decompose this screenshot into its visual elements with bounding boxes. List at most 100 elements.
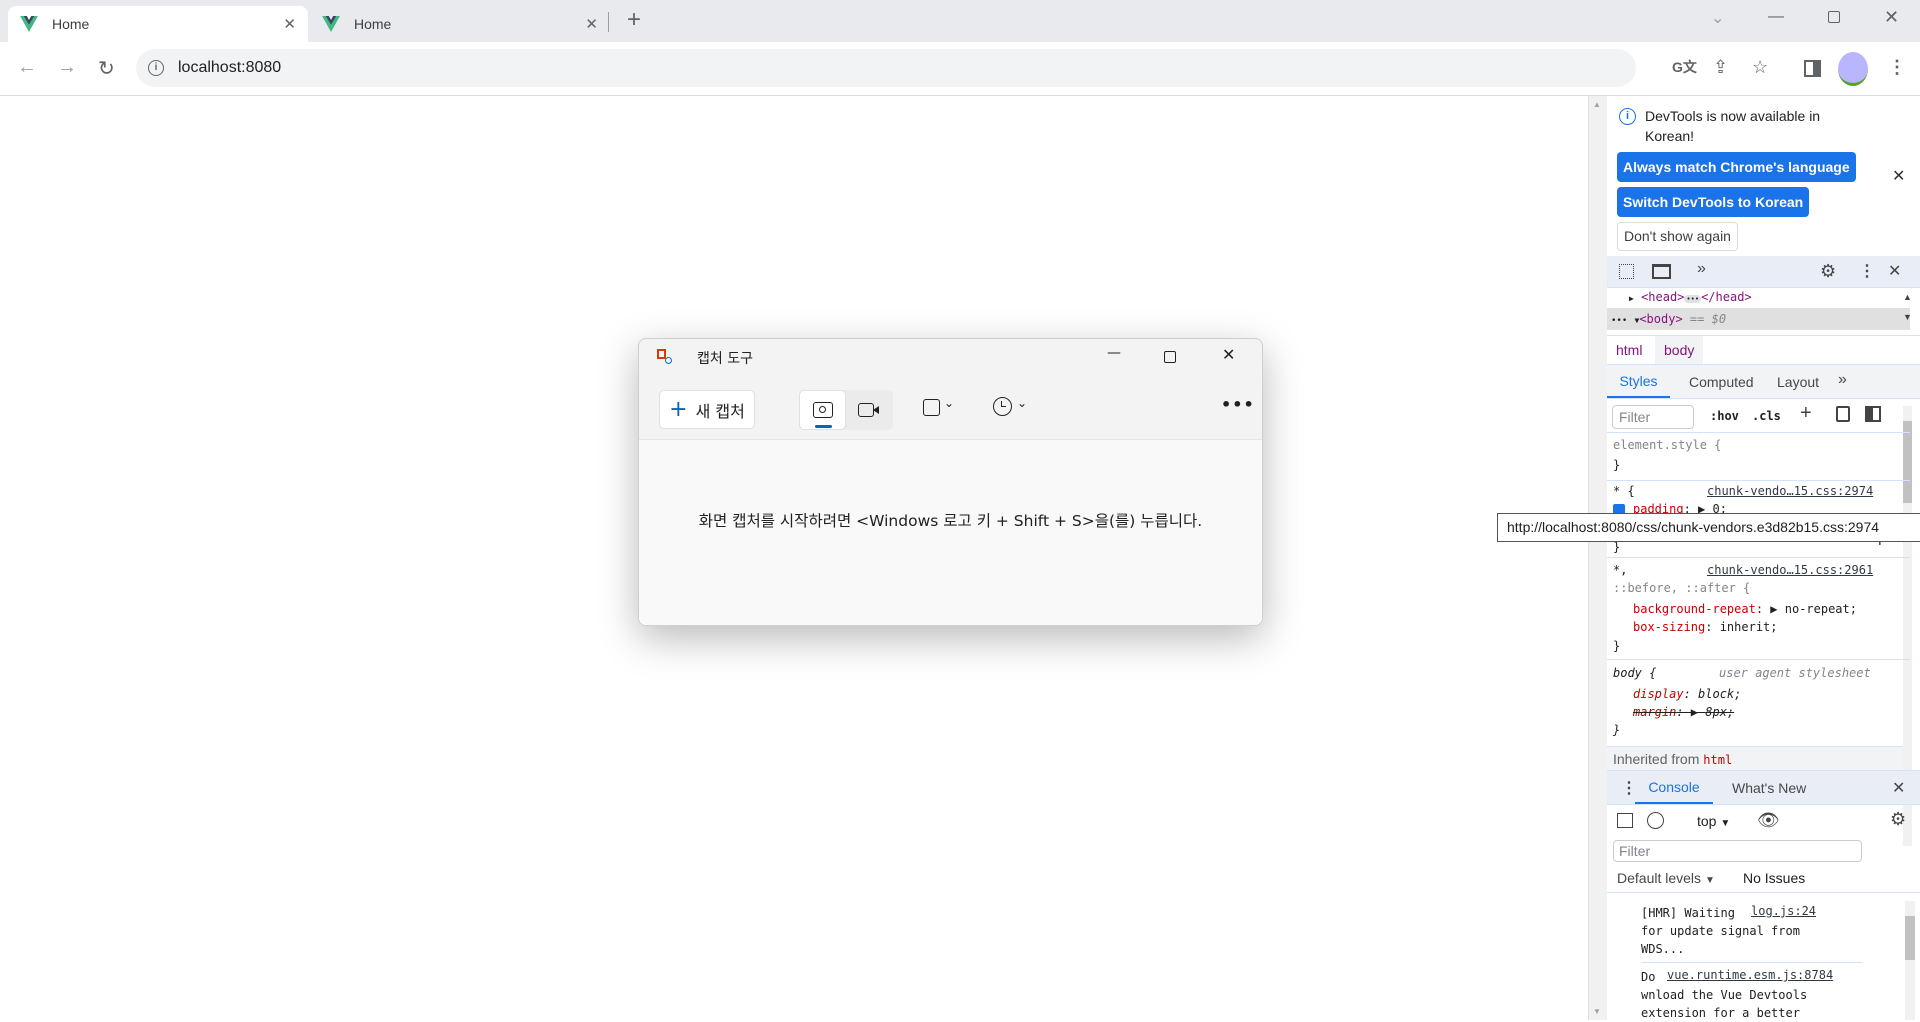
live-expression-eye-icon[interactable]: 👁	[1757, 810, 1780, 831]
more-tabs-icon[interactable]: »	[1838, 371, 1847, 389]
banner-close-icon[interactable]: ✕	[1892, 166, 1905, 186]
new-tab-button[interactable]: +	[627, 6, 641, 34]
close-brace: }	[1613, 458, 1621, 472]
vue-logo-icon	[20, 16, 38, 32]
inherited-section-header: Inherited from html	[1607, 746, 1903, 770]
chevron-down-icon[interactable]: ⌄	[1017, 396, 1027, 410]
property-value[interactable]: inherit;	[1720, 620, 1778, 634]
console-source-link[interactable]: vue.runtime.esm.js:8784	[1667, 968, 1833, 982]
class-toggle[interactable]: .cls	[1752, 409, 1781, 423]
more-panels-icon[interactable]: »	[1697, 260, 1706, 278]
tab-styles[interactable]: Styles	[1607, 365, 1670, 398]
property-name[interactable]: display	[1633, 687, 1684, 701]
inherited-tag[interactable]: html	[1703, 753, 1732, 767]
url-text: localhost:8080	[178, 59, 282, 76]
property-value[interactable]: no-repeat;	[1785, 602, 1857, 616]
dialog-body: 화면 캡처를 시작하려면 <Windows 로고 키 + Shift + S>을…	[639, 439, 1262, 625]
hover-state-toggle[interactable]: :hov	[1710, 409, 1739, 423]
property-name[interactable]: background-repeat	[1633, 602, 1756, 616]
device-toolbar-icon[interactable]	[1652, 264, 1671, 279]
dont-show-again-button[interactable]: Don't show again	[1617, 222, 1738, 251]
close-drawer-icon[interactable]: ✕	[1892, 778, 1905, 798]
rule-source-link[interactable]: chunk-vendo…15.css:2961	[1707, 563, 1873, 577]
site-info-icon[interactable]: i	[148, 60, 164, 76]
rule-source: user agent stylesheet	[1719, 666, 1871, 680]
tab-computed[interactable]: Computed	[1689, 374, 1754, 390]
tab-close-icon[interactable]: ✕	[585, 15, 598, 33]
settings-gear-icon[interactable]: ⚙	[1820, 261, 1836, 282]
tab-close-icon[interactable]: ✕	[283, 15, 296, 33]
clear-console-icon[interactable]	[1647, 812, 1664, 829]
head-node[interactable]: ▶ <head> ••• </head>	[1629, 290, 1752, 304]
address-bar[interactable]: i localhost:8080	[136, 49, 1636, 87]
elements-scroll-up[interactable]: ▲	[1903, 292, 1912, 302]
window-close-icon[interactable]: ✕	[1884, 7, 1899, 28]
rule-selector[interactable]: *,	[1613, 563, 1627, 577]
restore-icon[interactable]	[1828, 11, 1840, 23]
tab-search-chevron-icon[interactable]: ⌄	[1711, 8, 1724, 28]
body-node-selected[interactable]: ••• ▼<body> == $0	[1607, 308, 1910, 330]
elements-scroll-down[interactable]: ▼	[1903, 312, 1912, 322]
inspect-element-icon[interactable]	[1619, 264, 1634, 279]
issues-count[interactable]: No Issues	[1743, 870, 1805, 886]
console-filter-input[interactable]: Filter	[1613, 840, 1862, 862]
styles-filter-input[interactable]: Filter	[1612, 405, 1694, 429]
snip-mode-icon[interactable]	[923, 399, 940, 416]
rule-selector[interactable]: body {	[1613, 666, 1656, 680]
rule-source-link[interactable]: chunk-vendo…15.css:2974	[1707, 484, 1873, 498]
console-sidebar-icon[interactable]	[1617, 813, 1633, 828]
always-match-language-button[interactable]: Always match Chrome's language	[1617, 152, 1856, 182]
property-name[interactable]: box-sizing	[1633, 620, 1705, 634]
element-style-selector[interactable]: element.style {	[1613, 438, 1721, 452]
profile-avatar[interactable]	[1838, 52, 1868, 86]
rule-selector[interactable]: * {	[1613, 484, 1635, 498]
console-source-link[interactable]: log.js:24	[1751, 904, 1816, 918]
styles-tabs: Styles Computed Layout »	[1607, 365, 1920, 399]
log-levels-dropdown[interactable]: Default levels ▼	[1617, 870, 1715, 886]
share-icon[interactable]: ⇪	[1713, 57, 1728, 78]
new-style-rule-icon[interactable]: +	[1800, 402, 1812, 425]
tab-home[interactable]: Home ✕	[310, 6, 610, 42]
chevron-down-icon[interactable]: ⌄	[944, 396, 954, 410]
snipping-tool-logo-icon	[657, 349, 673, 367]
maximize-button[interactable]	[1164, 351, 1176, 363]
context-selector[interactable]: top ▼	[1697, 813, 1730, 829]
clock-timer-icon[interactable]	[993, 397, 1012, 416]
new-capture-button[interactable]: + 새 캡처	[659, 390, 755, 429]
tab-console[interactable]: Console	[1635, 771, 1713, 804]
property-value[interactable]: 8px;	[1705, 705, 1734, 719]
translate-icon[interactable]: G文	[1672, 57, 1697, 77]
breadcrumb-body[interactable]: body	[1655, 336, 1704, 364]
forward-icon[interactable]: →	[57, 56, 77, 79]
source-url-tooltip: http://localhost:8080/css/chunk-vendors.…	[1497, 513, 1920, 542]
tab-whats-new[interactable]: What's New	[1732, 780, 1806, 796]
language-banner-text: DevTools is now available in Korean!	[1645, 108, 1821, 144]
switch-to-korean-button[interactable]: Switch DevTools to Korean	[1617, 187, 1810, 217]
more-options-button[interactable]: •••	[1221, 395, 1255, 414]
snipping-tool-window: 캡처 도구 — ✕ + 새 캡처 ⌄ ⌄ ••• 화면 캡처를 시작하려면 <W…	[638, 338, 1263, 626]
close-devtools-icon[interactable]: ✕	[1888, 261, 1901, 281]
element-state-paint-icon[interactable]	[1836, 406, 1850, 422]
chrome-menu-icon[interactable]: ⋮	[1888, 57, 1906, 78]
video-camera-icon[interactable]	[858, 403, 879, 417]
close-button[interactable]: ✕	[1222, 345, 1235, 364]
bookmark-star-icon[interactable]: ☆	[1752, 57, 1768, 78]
console-settings-gear-icon[interactable]: ⚙	[1890, 809, 1906, 830]
context-value: top	[1697, 813, 1717, 829]
back-icon[interactable]: ←	[17, 56, 37, 79]
console-scrollbar[interactable]	[1905, 901, 1915, 1020]
side-panel-icon[interactable]	[1804, 60, 1821, 77]
page-scrollbar[interactable]: ▲ ▼	[1588, 96, 1607, 1020]
breadcrumb-html[interactable]: html	[1616, 342, 1642, 358]
minimize-button[interactable]: —	[1107, 345, 1121, 361]
tab-layout[interactable]: Layout	[1777, 374, 1819, 390]
screenshot-mode-button[interactable]	[799, 390, 846, 430]
tab-home-active[interactable]: Home ✕	[8, 6, 308, 42]
property-name[interactable]: margin	[1633, 705, 1676, 719]
rule-selector-pseudo[interactable]: ::before, ::after {	[1613, 581, 1750, 595]
reload-icon[interactable]: ↻	[98, 56, 115, 81]
customize-menu-icon[interactable]: ⋮	[1859, 261, 1875, 281]
property-value[interactable]: block;	[1698, 687, 1741, 701]
computed-sidebar-toggle-icon[interactable]	[1865, 406, 1881, 422]
minimize-icon[interactable]: —	[1768, 8, 1784, 26]
